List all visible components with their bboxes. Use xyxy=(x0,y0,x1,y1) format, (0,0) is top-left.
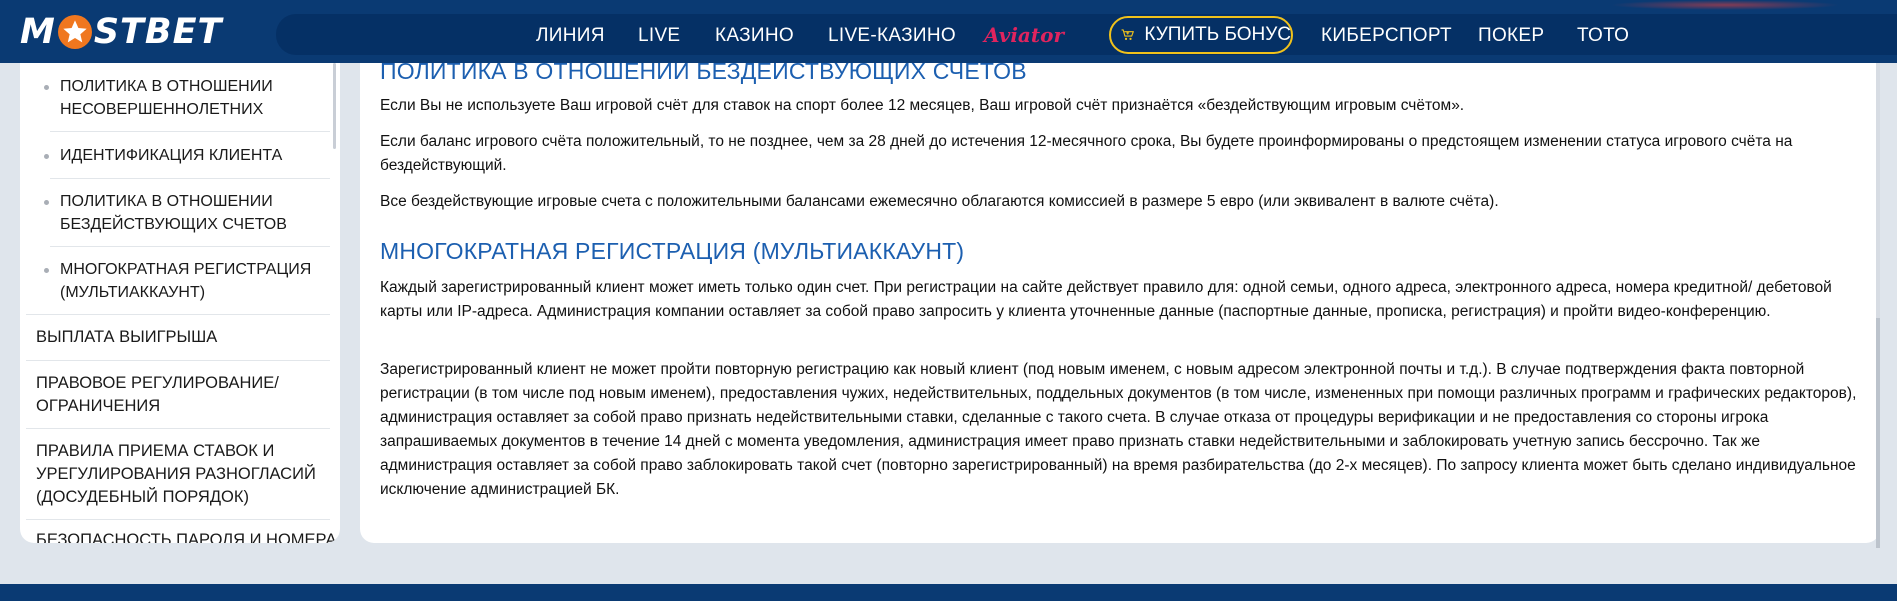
mostbet-logo[interactable]: M STBET xyxy=(20,12,222,52)
rules-content: ПОЛИТИКА В ОТНОШЕНИИ БЕЗДЕЙСТВУЮЩИХ СЧЕТ… xyxy=(360,63,1880,543)
sidebar-subitem-multiaccount[interactable]: МНОГОКРАТНАЯ РЕГИСТРАЦИЯ (МУЛЬТИАККАУНТ) xyxy=(44,258,312,304)
sidebar-item-payout[interactable]: ВЫПЛАТА ВЫИГРЫША xyxy=(36,326,326,349)
nav-aviator[interactable]: Aviator xyxy=(984,23,1064,47)
sidebar-subitem-inactive-accounts[interactable]: ПОЛИТИКА В ОТНОШЕНИИ БЕЗДЕЙСТВУЮЩИХ СЧЕТ… xyxy=(44,190,312,236)
divider xyxy=(26,360,330,361)
sidebar-subitem-identification[interactable]: ИДЕНТИФИКАЦИЯ КЛИЕНТА xyxy=(44,144,312,167)
divider xyxy=(26,314,330,315)
bullet-dot-icon xyxy=(44,200,49,205)
page-scrollbar-thumb[interactable] xyxy=(1876,318,1880,548)
nav-esports[interactable]: КИБЕРСПОРТ xyxy=(1321,25,1452,47)
section-title-multiaccount: МНОГОКРАТНАЯ РЕГИСТРАЦИЯ (МУЛЬТИАККАУНТ) xyxy=(380,238,965,264)
divider xyxy=(50,131,330,132)
bullet-dot-icon xyxy=(44,85,49,90)
sidebar-subitem-label: МНОГОКРАТНАЯ РЕГИСТРАЦИЯ (МУЛЬТИАККАУНТ) xyxy=(60,261,312,301)
sidebar-subitem-label: ПОЛИТИКА В ОТНОШЕНИИ НЕСОВЕРШЕННОЛЕТНИХ xyxy=(60,78,273,118)
section-title-inactive-accounts: ПОЛИТИКА В ОТНОШЕНИИ БЕЗДЕЙСТВУЮЩИХ СЧЕТ… xyxy=(380,63,1027,84)
paragraph: Зарегистрированный клиент не может пройт… xyxy=(380,361,1857,498)
buy-bonus-button[interactable]: КУПИТЬ БОНУС xyxy=(1109,16,1293,54)
logo-star-icon xyxy=(57,15,92,49)
divider xyxy=(50,246,330,247)
page-scrollbar[interactable] xyxy=(1876,63,1880,548)
paragraph: Все бездействующие игровые счета с полож… xyxy=(380,193,1499,210)
sidebar-item-legal[interactable]: ПРАВОВОЕ РЕГУЛИРОВАНИЕ/ ОГРАНИЧЕНИЯ xyxy=(36,372,326,418)
nav-live-casino[interactable]: LIVE-КАЗИНО xyxy=(828,25,956,47)
divider xyxy=(26,519,330,520)
nav-line[interactable]: ЛИНИЯ xyxy=(536,25,605,47)
paragraph: Каждый зарегистрированный клиент может и… xyxy=(380,279,1832,320)
main-nav-bar xyxy=(276,14,1897,55)
sidebar-item-password-security[interactable]: БЕЗОПАСНОСТЬ ПАРОЛЯ И НОМЕРА xyxy=(36,529,336,543)
bullet-dot-icon xyxy=(44,268,49,273)
buy-bonus-label: КУПИТЬ БОНУС xyxy=(1144,24,1291,45)
sidebar-scrollbar[interactable] xyxy=(333,63,336,149)
header-glow xyxy=(1610,0,1840,10)
bullet-dot-icon xyxy=(44,154,49,159)
rules-sidebar: ПОЛИТИКА В ОТНОШЕНИИ НЕСОВЕРШЕННОЛЕТНИХ … xyxy=(20,63,340,543)
divider xyxy=(26,428,330,429)
paragraph: Если Вы не используете Ваш игровой счёт … xyxy=(380,97,1465,114)
top-header: M STBET ЛИНИЯ LIVE КАЗИНО LIVE-КАЗИНО Av… xyxy=(0,0,1897,63)
logo-text-left: M xyxy=(20,12,56,52)
cart-icon xyxy=(1121,29,1134,41)
divider xyxy=(50,178,330,179)
sidebar-item-betting-rules[interactable]: ПРАВИЛА ПРИЕМА СТАВОК И УРЕГУЛИРОВАНИЯ Р… xyxy=(36,440,326,509)
paragraph: Если баланс игрового счёта положительный… xyxy=(380,133,1793,174)
sidebar-subitem-label: ИДЕНТИФИКАЦИЯ КЛИЕНТА xyxy=(60,147,283,164)
nav-toto[interactable]: ТОТО xyxy=(1577,25,1629,47)
nav-poker[interactable]: ПОКЕР xyxy=(1478,25,1544,47)
nav-live[interactable]: LIVE xyxy=(638,25,680,47)
logo-text-right: STBET xyxy=(93,12,223,52)
sidebar-subitem-minors[interactable]: ПОЛИТИКА В ОТНОШЕНИИ НЕСОВЕРШЕННОЛЕТНИХ xyxy=(44,75,312,121)
sidebar-subitem-label: ПОЛИТИКА В ОТНОШЕНИИ БЕЗДЕЙСТВУЮЩИХ СЧЕТ… xyxy=(60,193,287,233)
page-footer xyxy=(0,584,1897,601)
nav-casino[interactable]: КАЗИНО xyxy=(715,25,794,47)
